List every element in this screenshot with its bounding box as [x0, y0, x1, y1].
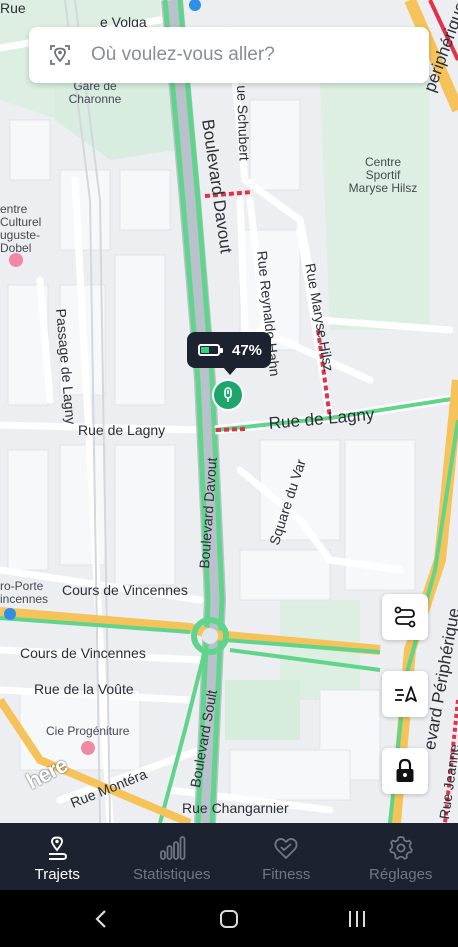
street-label: ue Schubert	[234, 85, 253, 162]
street-label: Rue	[0, 0, 26, 16]
fitness-heart-icon	[274, 838, 298, 859]
street-label: Rue Changarnier	[182, 800, 289, 816]
navigation-assist-icon	[395, 686, 417, 702]
tab-label: Statistiques	[132, 866, 211, 883]
route-icon	[394, 606, 416, 628]
lock-icon	[396, 758, 414, 782]
statistics-icon	[159, 836, 186, 860]
poi-label: Cie Progéniture	[46, 724, 130, 738]
street-label: Cours de Vincennes	[62, 582, 188, 598]
street-label: Rue de Lagny	[78, 422, 166, 438]
tab-label: Fitness	[262, 866, 311, 883]
home-icon[interactable]	[218, 908, 240, 930]
recent-apps-icon[interactable]	[346, 908, 368, 930]
lock-button[interactable]	[382, 748, 428, 794]
search-bar[interactable]: Où voulez-vous aller?	[29, 27, 429, 83]
poi-label: ro-Porte incennes	[0, 579, 49, 606]
tab-trajets[interactable]: Trajets	[0, 823, 115, 890]
search-input[interactable]: Où voulez-vous aller?	[91, 44, 275, 66]
street-label: Cours de Vincennes	[20, 645, 146, 661]
scooter-marker[interactable]	[212, 379, 244, 411]
settings-gear-icon	[388, 836, 413, 860]
navigation-assist-button[interactable]	[382, 671, 428, 717]
tab-label: Trajets	[34, 866, 80, 883]
poi-label: Gare de Charonne	[68, 79, 122, 106]
system-navigation-bar	[0, 890, 458, 947]
location-search-icon	[50, 45, 70, 65]
scooter-battery-bubble[interactable]: 47%	[187, 332, 271, 375]
tab-label: Réglages	[369, 866, 433, 883]
battery-icon	[198, 344, 223, 356]
scooter-icon	[224, 387, 232, 402]
trips-icon	[49, 836, 68, 860]
tab-fitness[interactable]: Fitness	[229, 823, 344, 890]
street-label: Rue de la Voûte	[34, 681, 134, 697]
route-button[interactable]	[382, 594, 428, 640]
bottom-tab-bar: Trajets Statistiques Fitness Réglages	[0, 823, 458, 890]
poi-label: entre Culturel uguste- Dobel	[0, 202, 42, 255]
tab-reglages[interactable]: Réglages	[344, 823, 458, 890]
poi-label: Centre Sportif Maryse Hilsz	[348, 155, 418, 195]
back-icon[interactable]	[92, 908, 112, 930]
map-view[interactable]: Boulevard Davout ue Schubert Rue Reynald…	[0, 0, 458, 823]
tab-statistiques[interactable]: Statistiques	[115, 823, 230, 890]
battery-percent: 47%	[232, 341, 263, 359]
